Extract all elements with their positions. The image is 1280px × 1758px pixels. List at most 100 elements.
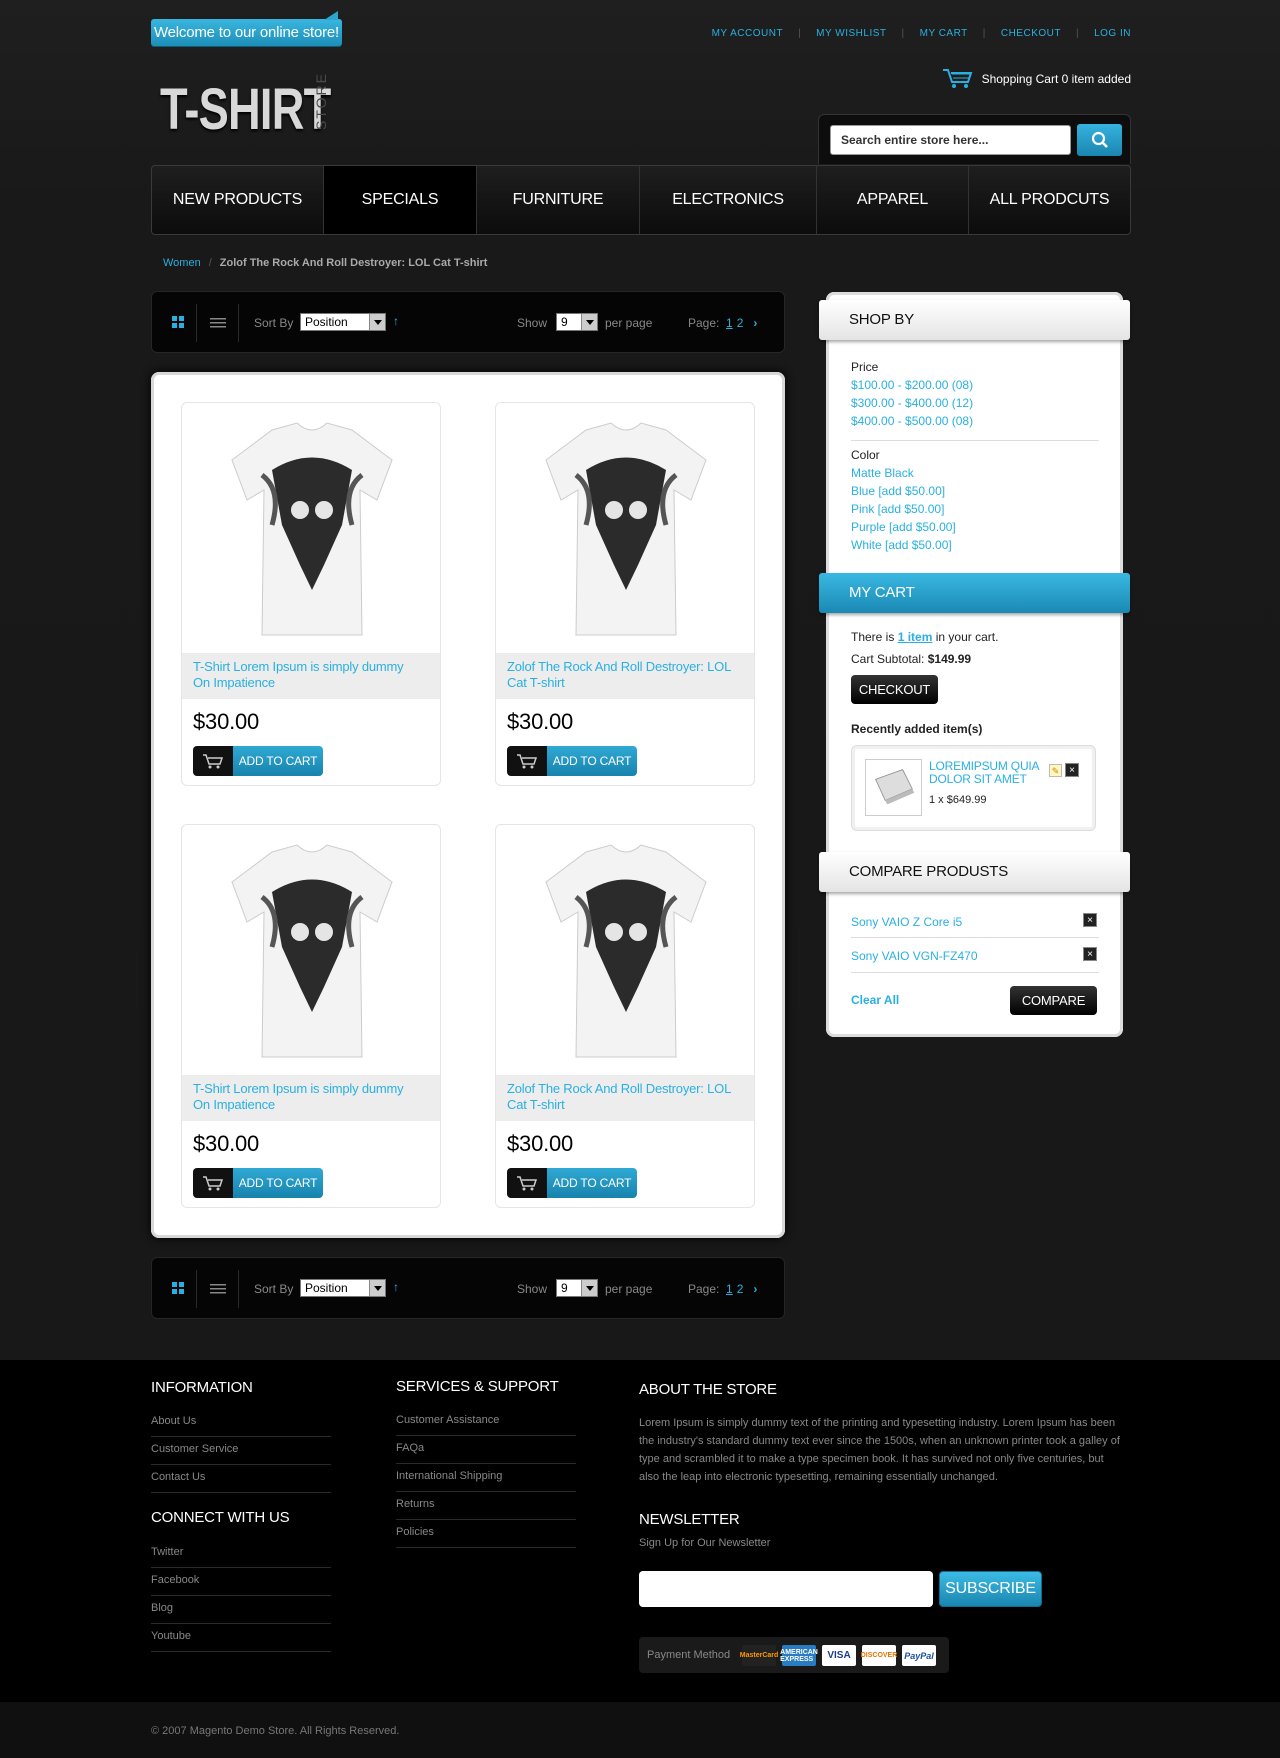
search-input[interactable]: Search entire store here... <box>830 125 1071 155</box>
compare-item-1[interactable]: Sony VAIO Z Core i5 <box>851 915 962 929</box>
logo[interactable]: T-SHIRT <box>160 76 331 143</box>
subscribe-button[interactable]: SUBSCRIBE <box>939 1571 1042 1607</box>
chevron-down-icon <box>581 1280 597 1296</box>
next-page-icon[interactable]: › <box>753 1282 757 1296</box>
newsletter-email-input[interactable] <box>639 1571 933 1607</box>
breadcrumb-women[interactable]: Women <box>163 257 201 269</box>
color-filter-white[interactable]: White [add $50.00] <box>851 538 952 552</box>
nav-specials[interactable]: SPECIALS <box>324 166 477 234</box>
color-filter-matte-black[interactable]: Matte Black <box>851 466 914 480</box>
cart-icon <box>507 746 547 776</box>
sort-value: Position <box>305 1281 348 1295</box>
remove-icon[interactable]: × <box>1083 947 1097 961</box>
footer-twitter[interactable]: Twitter <box>151 1546 331 1568</box>
product-image[interactable] <box>526 415 726 645</box>
per-page-label: per page <box>605 1282 653 1296</box>
compare-item-2[interactable]: Sony VAIO VGN-FZ470 <box>851 949 978 963</box>
nav-new-products[interactable]: NEW PRODUCTS <box>152 166 324 234</box>
my-cart-link[interactable]: MY CART <box>920 28 968 39</box>
compare-button[interactable]: COMPARE <box>1010 986 1097 1015</box>
footer-returns[interactable]: Returns <box>396 1498 576 1520</box>
footer-youtube[interactable]: Youtube <box>151 1630 331 1652</box>
price-filter-3[interactable]: $400.00 - $500.00 (08) <box>851 414 973 428</box>
page-2-link[interactable]: 2 <box>737 316 744 330</box>
product-name[interactable]: Zolof The Rock And Roll Destroyer: LOL C… <box>507 1081 737 1113</box>
footer-customer-assistance[interactable]: Customer Assistance <box>396 1414 576 1436</box>
add-to-cart-button[interactable]: ADD TO CART <box>193 1168 323 1198</box>
page-2-link[interactable]: 2 <box>737 1282 744 1296</box>
search-button[interactable] <box>1077 124 1122 156</box>
sort-direction-icon[interactable]: ↑ <box>393 314 399 328</box>
product-image[interactable] <box>526 837 726 1067</box>
nav-all-products[interactable]: ALL PRODCUTS <box>969 166 1130 234</box>
price-filter-1[interactable]: $100.00 - $200.00 (08) <box>851 378 973 392</box>
sort-direction-icon[interactable]: ↑ <box>393 1280 399 1294</box>
add-to-cart-button[interactable]: ADD TO CART <box>507 746 637 776</box>
checkout-link[interactable]: CHECKOUT <box>1001 28 1061 39</box>
checkout-button[interactable]: CHECKOUT <box>851 675 938 704</box>
product-name[interactable]: Zolof The Rock And Roll Destroyer: LOL C… <box>507 659 737 691</box>
visa-icon: VISA <box>822 1645 856 1666</box>
footer-faq[interactable]: FAQa <box>396 1442 576 1464</box>
divider <box>851 972 1099 973</box>
footer-customer-service[interactable]: Customer Service <box>151 1443 331 1465</box>
footer-contact-us[interactable]: Contact Us <box>151 1471 331 1493</box>
separator: | <box>1075 28 1080 39</box>
price-filter-2[interactable]: $300.00 - $400.00 (12) <box>851 396 973 410</box>
color-filter-blue[interactable]: Blue [add $50.00] <box>851 484 945 498</box>
color-filter-purple[interactable]: Purple [add $50.00] <box>851 520 956 534</box>
product-image[interactable] <box>212 837 412 1067</box>
connect-title: CONNECT WITH US <box>151 1509 290 1526</box>
product-name[interactable]: T-Shirt Lorem Ipsum is simply dummy On I… <box>193 1081 423 1113</box>
my-wishlist-link[interactable]: MY WISHLIST <box>816 28 886 39</box>
search-icon <box>1091 131 1108 148</box>
footer-international-shipping[interactable]: International Shipping <box>396 1470 576 1492</box>
sort-label: Sort By <box>254 1282 294 1296</box>
nav-electronics[interactable]: ELECTRONICS <box>640 166 817 234</box>
recent-item-name[interactable]: LOREMIPSUM QUIA DOLOR SIT AMET <box>929 760 1039 786</box>
product-name[interactable]: T-Shirt Lorem Ipsum is simply dummy On I… <box>193 659 423 691</box>
my-account-link[interactable]: MY ACCOUNT <box>712 28 784 39</box>
color-filter-pink[interactable]: Pink [add $50.00] <box>851 502 944 516</box>
next-page-icon[interactable]: › <box>753 316 757 330</box>
services-title: SERVICES & SUPPORT <box>396 1378 559 1395</box>
add-to-cart-label: ADD TO CART <box>233 746 323 776</box>
toolbar-top: Sort By Position ↑ Show 9 per page Page:… <box>151 291 785 353</box>
login-link[interactable]: LOG IN <box>1094 28 1131 39</box>
laptop-thumbnail[interactable] <box>865 759 922 816</box>
product-image[interactable] <box>212 415 412 645</box>
clear-all-link[interactable]: Clear All <box>851 993 899 1007</box>
chevron-down-icon <box>369 1280 385 1296</box>
divider <box>238 1270 239 1308</box>
remove-icon[interactable]: × <box>1065 763 1079 777</box>
page-1-link[interactable]: 1 <box>726 316 733 330</box>
show-select[interactable]: 9 <box>556 313 598 331</box>
nav-apparel[interactable]: APPAREL <box>817 166 969 234</box>
sort-select[interactable]: Position <box>300 1279 386 1297</box>
list-view-icon[interactable] <box>210 1284 226 1294</box>
sort-select[interactable]: Position <box>300 313 386 331</box>
add-to-cart-label: ADD TO CART <box>233 1168 323 1198</box>
list-view-icon[interactable] <box>210 318 226 328</box>
divider <box>851 440 1099 441</box>
cart-subtotal-value: $149.99 <box>927 652 972 666</box>
grid-view-icon[interactable] <box>172 1282 184 1294</box>
cart-in-cart: in your cart. <box>935 630 999 644</box>
cart-item-link[interactable]: 1 item <box>898 630 933 644</box>
footer-facebook[interactable]: Facebook <box>151 1574 331 1596</box>
footer-policies[interactable]: Policies <box>396 1526 576 1548</box>
header-cart[interactable]: Shopping Cart 0 item added <box>942 68 1131 90</box>
about-text: Lorem Ipsum is simply dummy text of the … <box>639 1417 1120 1483</box>
show-select[interactable]: 9 <box>556 1279 598 1297</box>
footer-about-us[interactable]: About Us <box>151 1415 331 1437</box>
edit-icon[interactable]: ✎ <box>1049 764 1062 777</box>
grid-view-icon[interactable] <box>172 316 184 328</box>
cart-icon <box>507 1168 547 1198</box>
remove-icon[interactable]: × <box>1083 913 1097 927</box>
add-to-cart-button[interactable]: ADD TO CART <box>193 746 323 776</box>
chevron-down-icon <box>581 314 597 330</box>
nav-furniture[interactable]: FURNITURE <box>477 166 640 234</box>
footer-blog[interactable]: Blog <box>151 1602 331 1624</box>
add-to-cart-button[interactable]: ADD TO CART <box>507 1168 637 1198</box>
page-1-link[interactable]: 1 <box>726 1282 733 1296</box>
